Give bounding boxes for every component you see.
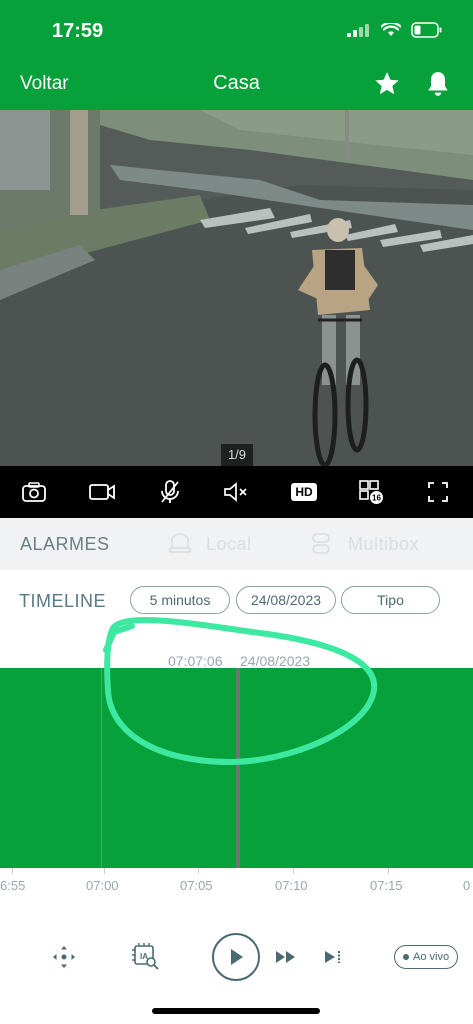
signal-icon [347, 24, 369, 37]
type-chip[interactable]: Tipo [341, 586, 440, 614]
camera-page-indicator: 1/9 [221, 444, 253, 466]
local-icon [169, 533, 191, 553]
fast-forward-icon [276, 951, 295, 963]
live-label: Ao vivo [413, 951, 450, 963]
play-button[interactable] [212, 933, 260, 981]
mic-muted-icon [161, 480, 179, 503]
grid-layout-button[interactable]: 16 [357, 478, 385, 506]
axis-label: 6:55 [0, 878, 26, 893]
camera-icon [22, 482, 46, 502]
timeline-axis: 6:55 07:00 07:05 07:10 07:15 0 [0, 868, 473, 898]
home-indicator [152, 1008, 320, 1014]
axis-tick [12, 868, 13, 874]
playback-controls: IA Ao vivo [0, 925, 473, 985]
live-dot-icon [403, 954, 409, 960]
bell-icon[interactable] [425, 70, 451, 98]
status-time: 17:59 [52, 20, 104, 42]
multibox-icon [312, 533, 330, 554]
hd-label: HD [291, 483, 317, 501]
tab-local[interactable]: Local [206, 534, 252, 555]
tab-multibox[interactable]: Multibox [348, 534, 419, 555]
camera-frame-image [0, 110, 473, 466]
fast-forward-button[interactable] [274, 945, 298, 969]
grid-badge: 16 [372, 494, 381, 503]
axis-tick [104, 868, 105, 874]
speaker-muted-icon [224, 482, 247, 502]
axis-label: 0 [463, 878, 471, 893]
ai-search-icon: IA [132, 943, 159, 970]
speaker-button[interactable] [222, 478, 250, 506]
camera-toolbar: HD 16 [0, 466, 473, 518]
star-icon[interactable] [373, 70, 401, 98]
axis-tick [388, 868, 389, 874]
fullscreen-button[interactable] [424, 478, 452, 506]
date-chip[interactable]: 24/08/2023 [236, 586, 336, 614]
timeline-header: TIMELINE 5 minutos 24/08/2023 Tipo [0, 570, 473, 630]
tabs-bar: ALARMES Local Multibox [0, 518, 473, 570]
microphone-button[interactable] [156, 478, 184, 506]
ptz-button[interactable] [50, 943, 78, 971]
interval-chip[interactable]: 5 minutos [130, 586, 230, 614]
battery-icon [411, 22, 442, 38]
cursor-time: 07:07:06 [168, 653, 223, 669]
play-icon [231, 949, 243, 965]
live-button[interactable]: Ao vivo [394, 945, 459, 969]
video-camera-icon [89, 484, 115, 500]
axis-label: 07:00 [86, 878, 119, 893]
cursor-date: 24/08/2023 [240, 653, 311, 669]
app-screen: 17:59 Voltar Casa 1/9 HD 16 ALARMES Loca… [0, 0, 473, 1024]
record-button[interactable] [88, 478, 116, 506]
timeline-marker [101, 668, 102, 868]
status-icons [347, 22, 443, 38]
page-title: Casa [213, 72, 260, 94]
axis-label: 07:10 [275, 878, 308, 893]
wifi-icon [381, 23, 401, 36]
axis-tick [293, 868, 294, 874]
axis-label: 07:05 [180, 878, 213, 893]
axis-tick [198, 868, 199, 874]
fullscreen-icon [428, 482, 448, 502]
step-forward-icon [325, 951, 340, 963]
axis-label: 07:15 [370, 878, 403, 893]
move-arrows-icon [53, 946, 75, 968]
hd-button[interactable]: HD [289, 478, 319, 506]
timeline-label: TIMELINE [19, 591, 107, 611]
snapshot-button[interactable] [20, 478, 48, 506]
camera-video-feed[interactable] [0, 110, 473, 466]
ai-search-button[interactable]: IA [130, 941, 160, 971]
grid-16-icon: 16 [359, 480, 383, 504]
header: 17:59 Voltar Casa [0, 0, 473, 110]
next-frame-button[interactable] [322, 945, 346, 969]
tab-alarms[interactable]: ALARMES [20, 534, 110, 555]
timeline-cursor[interactable] [236, 668, 240, 868]
